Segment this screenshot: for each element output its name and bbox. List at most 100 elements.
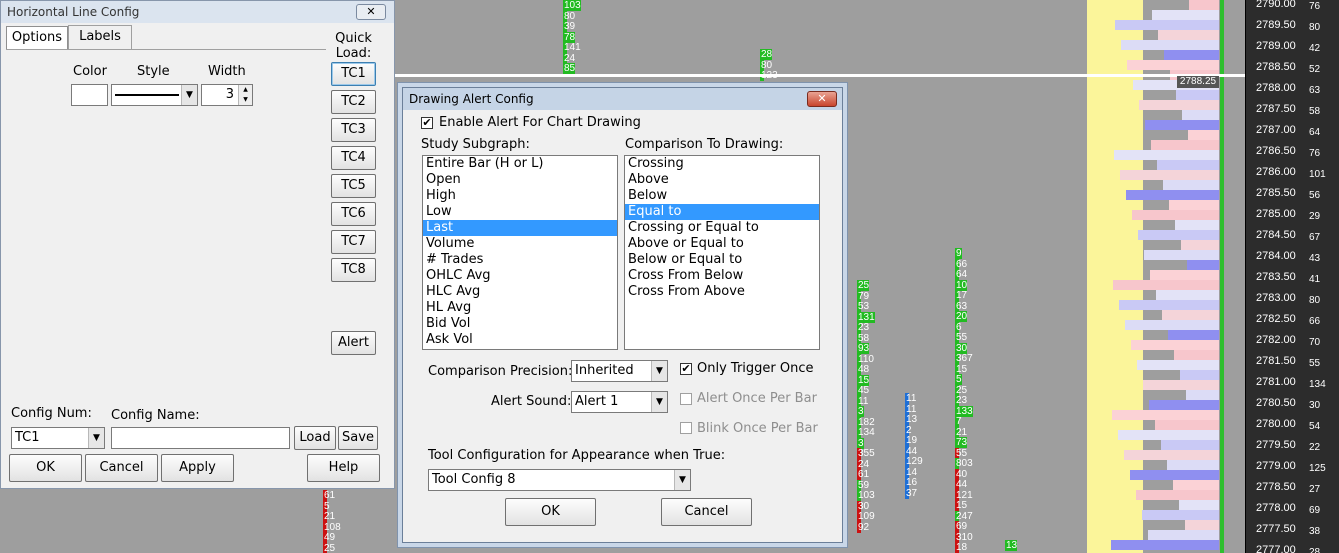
comparison-label: Comparison To Drawing: <box>625 137 784 152</box>
cancel-button[interactable]: Cancel <box>85 454 158 482</box>
spin-icon[interactable]: ▲ ▼ <box>238 85 252 105</box>
footprint-cell: 78 <box>563 31 576 43</box>
footprint-cell: 121 <box>955 489 973 501</box>
footprint-cell: 103 <box>563 0 581 11</box>
tool-config-select[interactable]: Tool Config 8 ▼ <box>428 469 691 491</box>
footprint-cell: 19 <box>905 435 918 446</box>
alert-once-per-bar-label: Alert Once Per Bar <box>697 391 817 406</box>
tab-options[interactable]: Options <box>6 26 68 50</box>
dialog-titlebar[interactable]: Drawing Alert Config <box>403 88 842 110</box>
footprint-cell: 131 <box>857 311 875 323</box>
list-item[interactable]: OHLC Avg <box>423 268 617 284</box>
footprint-cell: 11 <box>905 403 917 415</box>
tool-config-label: Tool Configuration for Appearance when T… <box>428 448 726 463</box>
profile-bar <box>1127 60 1219 70</box>
close-button[interactable]: ✕ <box>807 91 837 107</box>
list-item[interactable]: Ask Vol <box>423 332 617 348</box>
footprint-cell: 63 <box>955 300 968 312</box>
list-item[interactable]: Open <box>423 172 617 188</box>
footprint-cell: 3 <box>857 406 864 417</box>
precision-select[interactable]: Inherited ▼ <box>571 360 668 382</box>
list-item[interactable]: Equal to <box>625 204 819 220</box>
footprint-cell: 64 <box>955 269 968 280</box>
price-label: 2783.50 <box>1256 271 1296 283</box>
list-item[interactable]: Cross From Below <box>625 268 819 284</box>
cancel-button[interactable]: Cancel <box>661 498 752 526</box>
volume-label: 22 <box>1309 442 1321 453</box>
tc-button-5[interactable]: TC5 <box>331 174 376 198</box>
list-item[interactable]: High <box>423 188 617 204</box>
profile-bar <box>1185 520 1219 530</box>
list-item[interactable]: HLC Avg <box>423 284 617 300</box>
tc-button-4[interactable]: TC4 <box>331 146 376 170</box>
profile-bar <box>1132 210 1219 220</box>
volume-label: 42 <box>1309 43 1321 54</box>
footprint-cell: 129 <box>905 456 923 467</box>
list-item[interactable]: Crossing <box>625 156 819 172</box>
list-item[interactable]: Above <box>625 172 819 188</box>
list-item[interactable]: Below <box>625 188 819 204</box>
footprint-cell: 6 <box>955 321 962 333</box>
only-trigger-once-checkbox[interactable]: ✔ <box>680 363 692 375</box>
list-item[interactable]: Last <box>423 220 617 236</box>
list-item[interactable]: Low <box>423 204 617 220</box>
blink-once-per-bar-checkbox[interactable] <box>680 422 692 434</box>
alert-sound-select[interactable]: Alert 1 ▼ <box>571 391 668 413</box>
color-swatch[interactable] <box>71 84 108 106</box>
profile-bar <box>1142 510 1219 520</box>
list-item[interactable]: # Trades <box>423 252 617 268</box>
profile-bar <box>1155 420 1219 430</box>
save-button[interactable]: Save <box>338 426 378 450</box>
list-item[interactable]: Cross From Above <box>625 284 819 300</box>
footprint-cell: 11 <box>857 395 869 407</box>
price-label: 2780.50 <box>1256 397 1296 409</box>
profile-bar <box>1130 470 1219 480</box>
list-item[interactable]: Entire Bar (H or L) <box>423 156 617 172</box>
footprint-cell: 73 <box>955 437 968 448</box>
width-stepper[interactable]: 3 ▲ ▼ <box>201 84 253 106</box>
footprint-cell: 13 <box>905 414 918 425</box>
price-label: 2778.00 <box>1256 502 1296 514</box>
alert-once-per-bar-checkbox[interactable] <box>680 393 692 405</box>
chevron-down-icon: ▼ <box>88 428 104 448</box>
close-button[interactable]: ✕ <box>356 4 386 20</box>
profile-bar <box>1186 390 1219 400</box>
load-button[interactable]: Load <box>294 426 336 450</box>
tc-button-2[interactable]: TC2 <box>331 90 376 114</box>
list-item[interactable]: Crossing or Equal to <box>625 220 819 236</box>
horizontal-line-config-dialog: Horizontal Line Config ✕ Options Labels … <box>0 0 395 489</box>
footprint-cell: 7 <box>955 416 962 427</box>
volume-label: 80 <box>1309 22 1321 33</box>
list-item[interactable]: Above or Equal to <box>625 236 819 252</box>
list-item[interactable]: Below or Equal to <box>625 252 819 268</box>
width-label: Width <box>208 64 246 79</box>
list-item[interactable]: Bid Vol <box>423 316 617 332</box>
profile-bar <box>1126 190 1219 200</box>
study-subgraph-list[interactable]: Entire Bar (H or L) Open High Low Last Volume… <box>422 155 618 350</box>
horizontal-line-drawing[interactable] <box>395 74 1245 77</box>
tab-labels[interactable]: Labels <box>68 25 132 49</box>
footprint-cell: 21 <box>323 511 336 522</box>
list-item[interactable]: Volume <box>423 236 617 252</box>
tc-button-6[interactable]: TC6 <box>331 202 376 226</box>
dialog-titlebar[interactable]: Horizontal Line Config <box>1 1 394 23</box>
config-num-select[interactable]: TC1 ▼ <box>11 427 105 449</box>
tc-button-7[interactable]: TC7 <box>331 230 376 254</box>
list-item[interactable]: HL Avg <box>423 300 617 316</box>
style-select[interactable]: ▼ <box>111 84 198 106</box>
ok-button[interactable]: OK <box>505 498 596 526</box>
apply-button[interactable]: Apply <box>161 454 234 482</box>
config-num-label: Config Num: <box>11 406 92 421</box>
tc-button-3[interactable]: TC3 <box>331 118 376 142</box>
footprint-cell: 61 <box>323 490 336 501</box>
help-button[interactable]: Help <box>307 454 380 482</box>
ok-button[interactable]: OK <box>9 454 82 482</box>
drawing-alert-config-dialog: Drawing Alert Config ✕ ✔ Enable Alert Fo… <box>402 87 843 543</box>
alert-button[interactable]: Alert <box>331 331 376 355</box>
tab-panel <box>6 49 326 50</box>
tc-button-8[interactable]: TC8 <box>331 258 376 282</box>
config-name-input[interactable] <box>111 427 290 449</box>
tc-button-1[interactable]: TC1 <box>331 62 376 86</box>
enable-alert-checkbox[interactable]: ✔ <box>421 117 433 129</box>
comparison-list[interactable]: Crossing Above Below Equal to Crossing or Eq… <box>624 155 820 350</box>
